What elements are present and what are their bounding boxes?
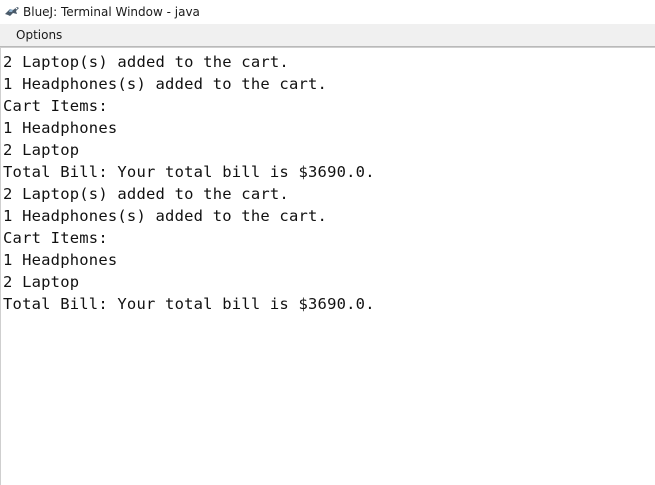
menu-bar: Options [0,24,655,47]
output-line: 2 Laptop [3,273,80,291]
output-line: 1 Headphones(s) added to the cart. [3,75,328,93]
menu-options[interactable]: Options [8,24,70,46]
output-line: 1 Headphones [3,119,118,137]
title-bar[interactable]: BlueJ: Terminal Window - java [0,0,655,24]
output-line: 2 Laptop [3,141,80,159]
output-line: Cart Items: [3,97,108,115]
output-line: Total Bill: Your total bill is $3690.0. [3,295,375,313]
output-line: Total Bill: Your total bill is $3690.0. [3,163,375,181]
output-line: 1 Headphones [3,251,118,269]
output-line: 1 Headphones(s) added to the cart. [3,207,328,225]
terminal-window: BlueJ: Terminal Window - java Options 2 … [0,0,655,485]
window-title: BlueJ: Terminal Window - java [23,5,200,19]
output-line: 2 Laptop(s) added to the cart. [3,53,289,71]
output-line: 2 Laptop(s) added to the cart. [3,185,289,203]
output-line: Cart Items: [3,229,108,247]
bluej-bird-icon [4,4,20,20]
terminal-output[interactable]: 2 Laptop(s) added to the cart. 1 Headpho… [0,47,655,485]
